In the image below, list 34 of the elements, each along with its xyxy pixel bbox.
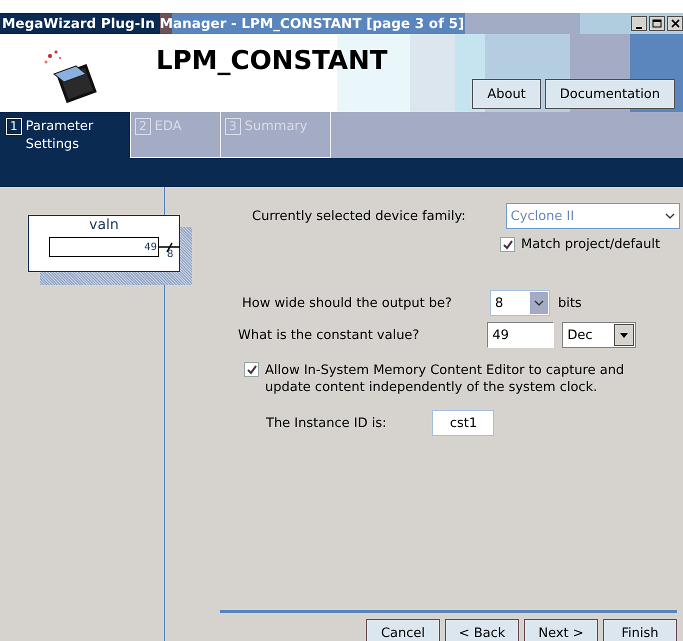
wizard-button[interactable]: < Back — [445, 619, 519, 641]
wizard-button[interactable]: Cancel — [366, 619, 440, 641]
width-spinner[interactable]: 8 — [490, 290, 550, 316]
component-title: LPM_CONSTANT — [156, 46, 388, 78]
maximize-icon — [652, 19, 662, 28]
wizard-tab[interactable]: 1 Parameter Settings — [0, 112, 131, 158]
port-value: 49 — [144, 242, 158, 252]
unit-label: bits — [558, 296, 582, 310]
checkbox[interactable] — [500, 237, 515, 252]
dropdown-arrow-icon — [620, 332, 628, 338]
port-name: valn — [89, 216, 119, 234]
field-label: What is the constant value? — [238, 328, 420, 342]
header-button[interactable]: Documentation — [544, 79, 675, 109]
field-label: Currently selected device family: — [252, 208, 466, 224]
radix-select[interactable]: Dec — [562, 322, 636, 348]
chevron-icon — [664, 213, 675, 219]
checkbox[interactable] — [244, 362, 259, 377]
header-button[interactable]: About — [472, 79, 541, 109]
dropdown-button[interactable] — [530, 292, 548, 314]
close-icon — [670, 19, 680, 28]
checkbox-label: Allow In-System Memory Content Editor to capture and update content independently of the system clock. — [265, 362, 626, 396]
field-label: How wide should the output be? — [242, 296, 452, 310]
maximize-button[interactable] — [649, 16, 665, 31]
wizard-button[interactable]: Next > — [524, 619, 598, 641]
instance-id-field[interactable]: cst1 — [432, 410, 494, 436]
close-button[interactable] — [667, 16, 683, 31]
bus-width: 8 — [167, 249, 174, 260]
checkbox-label: Match project/default — [521, 237, 660, 252]
chevron-icon — [534, 300, 544, 306]
constant-input[interactable]: 49 — [487, 322, 554, 348]
minimize-button[interactable] — [631, 16, 647, 31]
field-label: The Instance ID is: — [266, 416, 386, 430]
minimize-icon — [636, 26, 642, 28]
wizard-button[interactable]: Finish — [603, 619, 677, 641]
